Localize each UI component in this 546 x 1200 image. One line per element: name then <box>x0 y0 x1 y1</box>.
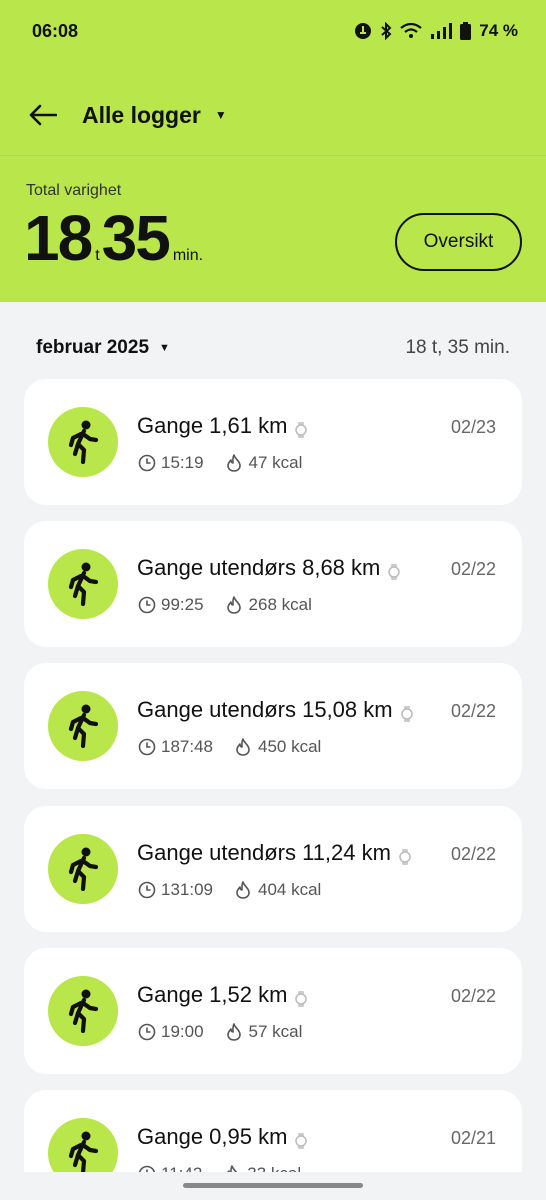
flame-icon <box>226 596 244 614</box>
activity-duration: 15:19 <box>161 453 204 472</box>
calories: 450 kcal <box>235 737 321 757</box>
activity-title-text: Gange 1,61 km <box>137 413 288 438</box>
flame-icon <box>226 1023 244 1041</box>
total-duration-label: Total varighet <box>26 182 122 199</box>
activity-date: 02/22 <box>450 701 496 721</box>
activity-title: Gange 1,61 km <box>137 413 308 439</box>
hours-unit: t <box>95 247 100 264</box>
activity-kcal: 450 kcal <box>258 737 322 756</box>
activity-card[interactable]: Gange utendørs 8,68 km 02/22 99:25 268 kcal <box>24 521 522 647</box>
caret-down-icon[interactable]: ▼ <box>215 108 227 122</box>
activity-title: Gange 1,52 km <box>137 982 308 1008</box>
top-bar: Alle logger ▼ <box>28 92 227 138</box>
walking-icon <box>48 976 118 1046</box>
activity-date: 02/22 <box>450 559 496 579</box>
calories: 268 kcal <box>226 595 312 615</box>
home-indicator[interactable] <box>183 1183 363 1188</box>
caret-down-icon: ▼ <box>159 342 170 354</box>
clock-icon <box>138 881 156 899</box>
activity-card[interactable]: Gange 1,61 km 02/23 15:19 47 kcal <box>24 379 522 505</box>
activity-meta: 19:00 57 kcal <box>138 1022 302 1042</box>
watch-icon <box>295 987 308 1007</box>
page-title[interactable]: Alle logger <box>82 102 201 129</box>
signal-icon <box>430 23 453 39</box>
activity-kcal: 47 kcal <box>248 453 303 472</box>
clock-icon <box>138 1023 156 1041</box>
total-minutes: 35 <box>101 202 171 274</box>
watch-icon <box>399 845 411 865</box>
activity-meta: 15:19 47 kcal <box>138 453 302 473</box>
month-selector[interactable]: februar 2025 ▼ <box>36 337 170 359</box>
activity-title-text: Gange utendørs 15,08 km <box>137 697 393 722</box>
clock-icon <box>138 454 156 472</box>
flame-icon <box>235 738 253 756</box>
activity-date: 02/22 <box>450 844 496 864</box>
walking-icon <box>48 407 118 477</box>
total-hours: 18 <box>24 202 93 274</box>
activity-meta: 131:09 404 kcal <box>138 880 321 900</box>
activity-date: 02/21 <box>450 1128 496 1148</box>
activity-date: 02/22 <box>450 986 496 1006</box>
status-time: 06:08 <box>32 20 79 41</box>
activity-title-text: Gange 1,52 km <box>137 982 288 1007</box>
status-bar: 06:08 74 % <box>32 18 518 44</box>
walking-icon <box>48 691 118 761</box>
activity-title: Gange 0,95 km <box>137 1124 308 1150</box>
activity-duration: 99:25 <box>161 595 204 614</box>
calories: 57 kcal <box>226 1022 303 1042</box>
watch-icon <box>295 1129 308 1149</box>
activity-date: 02/23 <box>450 417 496 437</box>
activity-meta: 187:48 450 kcal <box>138 737 321 757</box>
month-label: februar 2025 <box>36 337 150 358</box>
activity-duration: 187:48 <box>161 737 213 756</box>
arrow-left-icon[interactable] <box>28 100 58 130</box>
activity-title: Gange utendørs 11,24 km <box>137 840 411 866</box>
flame-icon <box>226 454 244 472</box>
activity-duration: 131:09 <box>161 880 213 899</box>
activity-kcal: 268 kcal <box>248 595 312 614</box>
activity-title-text: Gange utendørs 11,24 km <box>137 840 391 865</box>
activity-title-text: Gange 0,95 km <box>137 1124 288 1149</box>
watch-icon <box>400 702 413 722</box>
activity-title: Gange utendørs 15,08 km <box>137 697 413 723</box>
activity-kcal: 404 kcal <box>258 880 322 899</box>
total-duration-value: 18 t 35 min. <box>24 206 205 270</box>
clock-icon <box>138 596 156 614</box>
watch-icon <box>295 418 308 438</box>
divider <box>0 155 546 156</box>
month-total: 18 t, 35 min. <box>405 337 510 358</box>
activity-meta: 99:25 268 kcal <box>138 595 312 615</box>
activity-kcal: 57 kcal <box>248 1022 303 1041</box>
activity-card[interactable]: Gange 1,52 km 02/22 19:00 57 kcal <box>24 948 522 1074</box>
activity-duration: 19:00 <box>161 1022 204 1041</box>
header: 06:08 74 % Alle logger ▼ Total varighet … <box>0 0 546 302</box>
activity-title: Gange utendørs 8,68 km <box>137 555 401 581</box>
month-row: februar 2025 ▼ 18 t, 35 min. <box>36 334 510 362</box>
flame-icon <box>235 881 253 899</box>
activity-card[interactable]: Gange utendørs 15,08 km 02/22 187:48 450 kc… <box>24 663 522 789</box>
battery-level: 74 % <box>479 21 518 40</box>
calories: 47 kcal <box>226 453 303 473</box>
mute-icon <box>354 22 372 40</box>
walking-icon <box>48 549 118 619</box>
status-icons: 74 % <box>354 21 518 41</box>
bluetooth-icon <box>380 22 392 40</box>
overview-button[interactable]: Oversikt <box>395 213 522 271</box>
wifi-icon <box>400 23 422 39</box>
minutes-unit: min. <box>172 247 204 264</box>
walking-icon <box>48 834 118 904</box>
watch-icon <box>388 560 401 580</box>
clock-icon <box>138 738 156 756</box>
calories: 404 kcal <box>235 880 321 900</box>
activity-card[interactable]: Gange utendørs 11,24 km 02/22 131:09 404 kc… <box>24 806 522 932</box>
battery-icon <box>460 22 472 40</box>
activity-title-text: Gange utendørs 8,68 km <box>137 555 381 580</box>
